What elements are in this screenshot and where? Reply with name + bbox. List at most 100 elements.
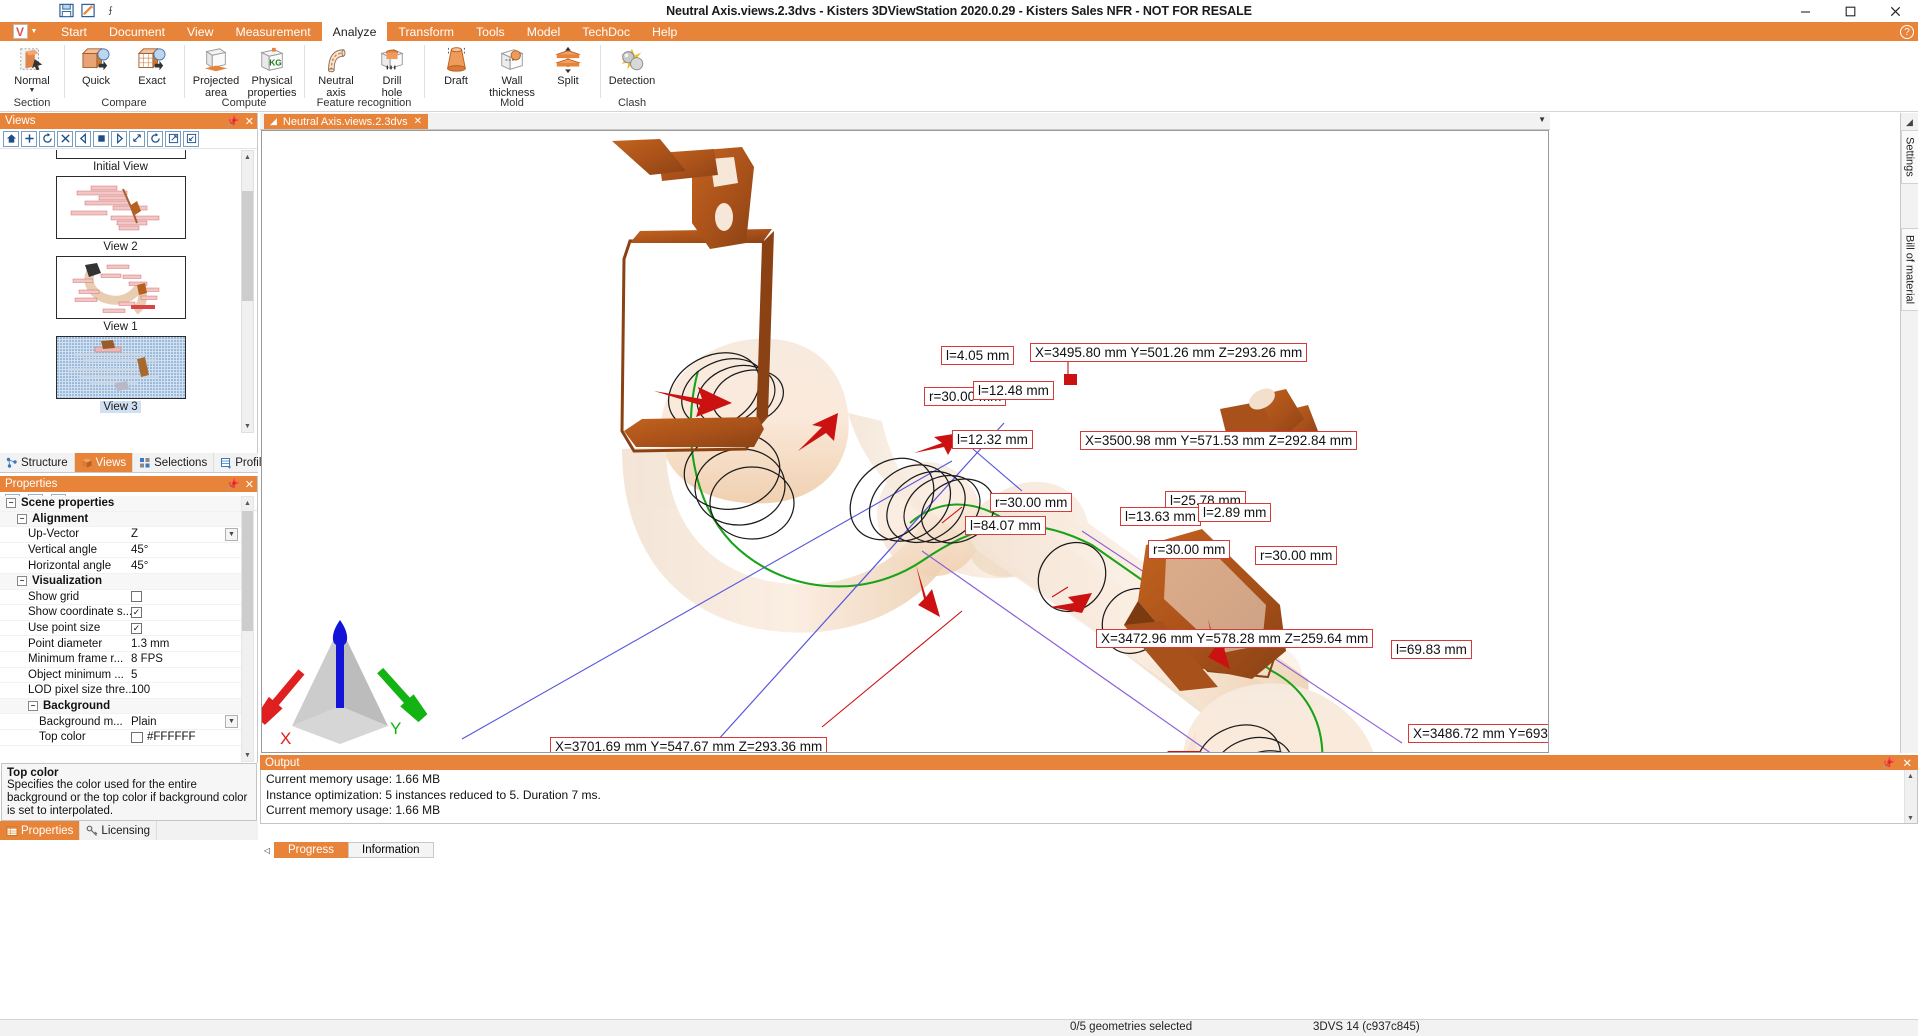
property-row[interactable]: Horizontal angle 45°: [0, 558, 241, 574]
measurement-label[interactable]: X=3701.69 mm Y=547.67 mm Z=293.36 mm: [550, 737, 828, 752]
measurement-label[interactable]: l=13.63 mm: [1120, 507, 1201, 526]
ribbon-tab-tools[interactable]: Tools: [465, 22, 516, 41]
output-tab-information[interactable]: Information: [348, 842, 434, 858]
delete-view-icon[interactable]: [57, 130, 73, 147]
property-row[interactable]: Minimum frame r... 8 FPS: [0, 652, 241, 668]
ribbon-tab-model[interactable]: Model: [516, 22, 572, 41]
property-group-row[interactable]: − Visualization: [0, 573, 241, 590]
collapse-expander-icon[interactable]: −: [17, 576, 27, 587]
property-value-cell[interactable]: Plain: [131, 716, 157, 728]
property-value-cell[interactable]: ✓: [131, 622, 142, 634]
ribbon-tab-measurement[interactable]: Measurement: [224, 22, 321, 41]
view-item-view-2[interactable]: View 2: [0, 176, 241, 256]
ribbon-button-split[interactable]: Split: [540, 41, 596, 88]
properties-scroll-thumb[interactable]: [242, 511, 253, 631]
next-view-icon[interactable]: [111, 130, 127, 147]
bottom-tab-licensing[interactable]: Licensing: [80, 821, 158, 840]
output-tabs-scroll-left-icon[interactable]: ◁: [260, 842, 274, 858]
ribbon-button-quick[interactable]: Quick: [68, 41, 124, 88]
stop-view-icon[interactable]: [93, 130, 109, 147]
measurement-label[interactable]: l=12.32 mm: [952, 430, 1033, 449]
refresh-view-icon[interactable]: [147, 130, 163, 147]
property-row[interactable]: LOD pixel size thre... 100: [0, 683, 241, 699]
views-panel-pin-icon[interactable]: 📌: [226, 115, 240, 128]
right-rail-handle-icon[interactable]: ◢: [1906, 117, 1913, 128]
right-rail-tab-bill-of-material[interactable]: Bill of material: [1900, 227, 1918, 311]
view-item-view-3[interactable]: View 3: [0, 336, 241, 416]
views-scroll-up-icon[interactable]: ▲: [242, 151, 253, 163]
property-row[interactable]: Use point size ✓: [0, 621, 241, 637]
property-checkbox[interactable]: ✓: [131, 606, 142, 618]
ribbon-tab-document[interactable]: Document: [98, 22, 176, 41]
views-scroll-thumb[interactable]: [242, 191, 253, 301]
help-icon[interactable]: ?: [1900, 25, 1914, 39]
output-panel-pin-icon[interactable]: 📌: [1881, 756, 1895, 770]
output-scroll-up-icon[interactable]: ▲: [1905, 770, 1916, 782]
properties-panel-close-icon[interactable]: ✕: [245, 478, 254, 491]
3d-viewport[interactable]: X Y l=4.05 mm X=3495.80 mm Y=501.26 mm Z=…: [261, 130, 1549, 753]
left-tab-selections[interactable]: Selections: [133, 453, 215, 472]
property-row[interactable]: Background m... Plain ▼: [0, 714, 241, 730]
left-tab-structure[interactable]: Structure: [0, 453, 75, 472]
property-value-cell[interactable]: #FFFFFF: [131, 731, 196, 743]
properties-scrollbar[interactable]: ▲ ▼: [241, 496, 254, 762]
measurement-label[interactable]: l=12.48 mm: [973, 381, 1054, 400]
property-dropdown-chevron-down-icon[interactable]: ▼: [225, 715, 238, 729]
views-scrollbar[interactable]: ▲ ▼: [241, 150, 254, 433]
property-color-swatch[interactable]: [131, 731, 143, 743]
ribbon-tab-analyze[interactable]: Analyze: [321, 22, 388, 41]
views-scroll-down-icon[interactable]: ▼: [242, 420, 253, 432]
measurement-label[interactable]: X=3486.72 mm Y=693.31 mm Z=257.14 mm: [1408, 724, 1548, 743]
collapse-expander-icon[interactable]: −: [28, 701, 38, 712]
ribbon-button-detection[interactable]: Detection: [604, 41, 660, 88]
update-view-icon[interactable]: [39, 130, 55, 147]
output-scrollbar[interactable]: ▲ ▼: [1904, 770, 1917, 823]
fit-view-icon[interactable]: [129, 130, 145, 147]
collapse-expander-icon[interactable]: −: [17, 513, 27, 524]
app-logo[interactable]: V ▼: [0, 22, 50, 41]
measurement-label[interactable]: r=30.00 mm: [1255, 546, 1338, 565]
property-value-cell[interactable]: 45°: [131, 560, 148, 572]
view-thumbnail[interactable]: [55, 176, 186, 239]
ribbon-button-wall-thickness[interactable]: Wall thickness: [484, 41, 540, 99]
view-item-initial-view[interactable]: Initial View: [0, 150, 241, 176]
ribbon-button-draft[interactable]: Draft: [428, 41, 484, 88]
property-row[interactable]: Up-Vector Z ▼: [0, 527, 241, 543]
document-tab[interactable]: ◢ Neutral Axis.views.2.3dvs ✕: [264, 114, 429, 129]
ribbon-button-neutral-axis[interactable]: Neutral axis: [308, 41, 364, 99]
ribbon-tab-transform[interactable]: Transform: [387, 22, 465, 41]
property-group-row[interactable]: − Alignment: [0, 511, 241, 528]
measurement-label[interactable]: l=69.83 mm: [1391, 640, 1472, 659]
measurement-label[interactable]: X=3472.96 mm Y=578.28 mm Z=259.64 mm: [1096, 629, 1374, 648]
view-thumbnail[interactable]: [55, 336, 186, 399]
property-row[interactable]: Vertical angle 45°: [0, 543, 241, 559]
bottom-tab-properties[interactable]: Properties: [0, 821, 81, 840]
properties-panel-pin-icon[interactable]: 📌: [226, 478, 240, 491]
measurement-label[interactable]: l=84.07 mm: [965, 516, 1046, 535]
add-view-icon[interactable]: [21, 130, 37, 147]
app-logo-chevron-down-icon[interactable]: ▼: [31, 28, 38, 35]
maximize-button[interactable]: [1828, 0, 1873, 22]
property-dropdown-chevron-down-icon[interactable]: ▼: [225, 527, 238, 541]
output-panel-close-icon[interactable]: ✕: [1902, 756, 1912, 770]
previous-view-icon[interactable]: [75, 130, 91, 147]
measurement-label[interactable]: l=2.89 mm: [1198, 503, 1272, 522]
measurement-label[interactable]: r=30.00 mm: [1148, 540, 1231, 559]
close-button[interactable]: [1873, 0, 1918, 22]
property-value-cell[interactable]: 100: [131, 684, 150, 696]
property-value-cell[interactable]: 1.3 mm: [131, 638, 169, 650]
right-rail-tab-settings[interactable]: Settings: [1900, 130, 1918, 184]
property-row[interactable]: Show coordinate s... ✓: [0, 605, 241, 621]
properties-scroll-down-icon[interactable]: ▼: [242, 749, 253, 761]
output-tab-progress[interactable]: Progress: [274, 842, 349, 858]
property-row[interactable]: Object minimum ... 5: [0, 668, 241, 684]
ribbon-tab-techdoc[interactable]: TechDoc: [571, 22, 641, 41]
output-scroll-down-icon[interactable]: ▼: [1905, 812, 1916, 823]
ribbon-button-physical-properties[interactable]: KG Physical properties: [244, 41, 300, 99]
property-value-cell[interactable]: ✓: [131, 606, 142, 618]
left-tab-views[interactable]: Views: [74, 453, 134, 472]
document-tab-close-icon[interactable]: ✕: [414, 116, 422, 127]
property-value-cell[interactable]: Z: [131, 528, 138, 540]
ribbon-button-projected-area[interactable]: Projected area: [188, 41, 244, 99]
property-checkbox[interactable]: [131, 591, 142, 603]
